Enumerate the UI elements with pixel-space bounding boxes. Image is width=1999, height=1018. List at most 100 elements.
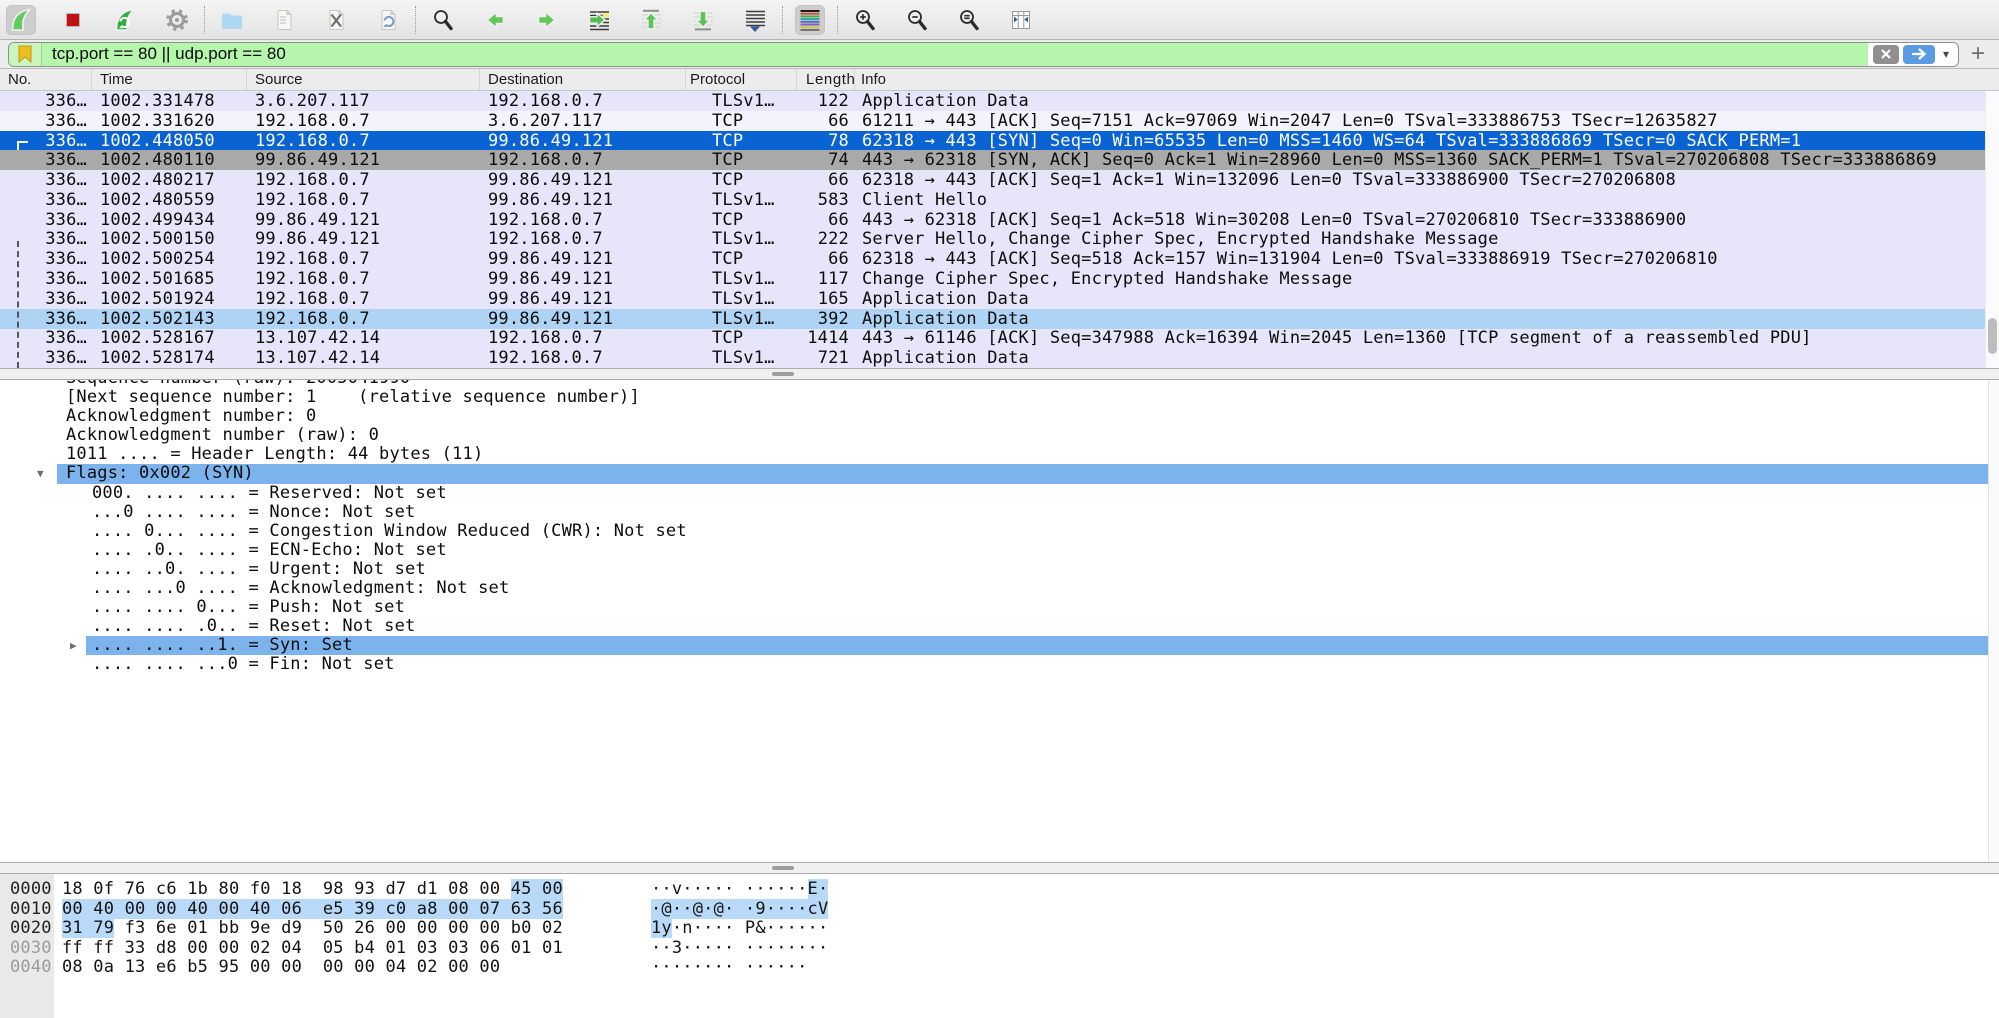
go-to-packet-button[interactable] <box>584 5 614 35</box>
cell-src: 13.107.42.14 <box>247 348 480 368</box>
detail-field[interactable]: .... .0.. .... = ECN-Echo: Not set <box>0 541 1988 560</box>
scrollbar-thumb[interactable] <box>1988 318 1997 354</box>
detail-field-selected[interactable]: ▶.... .... ..1. = Syn: Set <box>0 636 1988 655</box>
open-file-button[interactable] <box>217 5 247 35</box>
filter-apply-button[interactable] <box>1903 45 1935 64</box>
hex-row[interactable]: 0030ff ff 33 d8 00 00 02 04 05 b4 01 03 … <box>0 939 1999 959</box>
cell-len: 165 <box>797 289 855 309</box>
filter-clear-button[interactable] <box>1873 45 1899 64</box>
detail-field[interactable]: 000. .... .... = Reserved: Not set <box>0 484 1988 503</box>
auto-scroll-button[interactable] <box>740 5 770 35</box>
cell-src: 99.86.49.121 <box>247 150 480 170</box>
cell-len: 721 <box>797 348 855 368</box>
splitter-handle[interactable] <box>772 866 794 870</box>
detail-field[interactable]: .... .... .0.. = Reset: Not set <box>0 617 1988 636</box>
splitter-bottom[interactable] <box>0 862 1999 874</box>
packet-row[interactable]: 336…1002.50015099.86.49.121192.168.0.7TL… <box>0 230 1985 250</box>
splitter-handle[interactable] <box>772 372 794 376</box>
packet-row[interactable]: 336…1002.331620192.168.0.73.6.207.117TCP… <box>0 111 1985 131</box>
cell-time: 1002.528174 <box>92 348 247 368</box>
restart-capture-button[interactable] <box>110 5 140 35</box>
filter-bookmark-button[interactable] <box>9 43 42 66</box>
cell-proto: TLSv1… <box>686 91 797 111</box>
detail-field[interactable]: Acknowledgment number: 0 <box>0 407 1988 426</box>
packet-row[interactable]: 336…1002.48011099.86.49.121192.168.0.7TC… <box>0 150 1985 170</box>
find-packet-button[interactable] <box>428 5 458 35</box>
column-header-protocol[interactable]: Protocol <box>686 69 797 90</box>
zoom-in-button[interactable] <box>850 5 880 35</box>
packet-row[interactable]: 336…1002.49943499.86.49.121192.168.0.7TC… <box>0 210 1985 230</box>
packet-row[interactable]: 336…1002.52817413.107.42.14192.168.0.7TL… <box>0 348 1985 368</box>
column-header-length[interactable]: Length <box>797 69 855 90</box>
cell-info: Application Data <box>855 91 1985 111</box>
detail-field[interactable]: ...0 .... .... = Nonce: Not set <box>0 503 1988 522</box>
apply-arrow-icon <box>1910 47 1928 61</box>
packet-row[interactable]: 336…1002.3314783.6.207.117192.168.0.7TLS… <box>0 91 1985 111</box>
detail-text: .... 0... .... = Congestion Window Reduc… <box>92 521 687 541</box>
cell-len: 66 <box>797 111 855 131</box>
cell-src: 192.168.0.7 <box>247 190 480 210</box>
cell-dst: 99.86.49.121 <box>480 170 686 190</box>
filter-history-dropdown[interactable]: ▾ <box>1939 47 1953 61</box>
packet-row[interactable]: 336…1002.480559192.168.0.799.86.49.121TL… <box>0 190 1985 210</box>
cell-dst: 192.168.0.7 <box>480 210 686 230</box>
detail-field[interactable]: .... ...0 .... = Acknowledgment: Not set <box>0 579 1988 598</box>
detail-field-selected[interactable]: ▼Flags: 0x002 (SYN) <box>0 464 1988 483</box>
go-to-first-button[interactable] <box>636 5 666 35</box>
column-header-source[interactable]: Source <box>247 69 480 90</box>
packet-row[interactable]: 336…1002.500254192.168.0.799.86.49.121TC… <box>0 249 1985 269</box>
hex-row[interactable]: 002031 79 f3 6e 01 bb 9e d9 50 26 00 00 … <box>0 919 1999 939</box>
save-file-button[interactable] <box>269 5 299 35</box>
cell-dst: 99.86.49.121 <box>480 190 686 210</box>
cell-src: 192.168.0.7 <box>247 170 480 190</box>
reload-file-button[interactable] <box>373 5 403 35</box>
zoom-reset-button[interactable] <box>954 5 984 35</box>
expander-open-icon[interactable]: ▼ <box>37 464 44 483</box>
start-capture-button[interactable] <box>6 5 36 35</box>
detail-field[interactable]: .... .... ...0 = Fin: Not set <box>0 655 1988 674</box>
display-filter-field[interactable]: tcp.port == 80 || udp.port == 80 ▾ <box>8 42 1959 67</box>
stop-capture-button[interactable] <box>58 5 88 35</box>
cell-no: 336… <box>0 190 92 210</box>
packet-row[interactable]: 336…1002.501685192.168.0.799.86.49.121TL… <box>0 269 1985 289</box>
hex-row[interactable]: 001000 40 00 00 40 00 40 06 e5 39 c0 a8 … <box>0 900 1999 920</box>
detail-field[interactable]: [Next sequence number: 1 (relative seque… <box>0 388 1988 407</box>
packet-row[interactable]: 336…1002.501924192.168.0.799.86.49.121TL… <box>0 289 1985 309</box>
packet-row-selected[interactable]: 336…1002.448050192.168.0.799.86.49.121TC… <box>0 131 1985 151</box>
hex-row[interactable]: 000018 0f 76 c6 1b 80 f0 18 98 93 d7 d1 … <box>0 880 1999 900</box>
packet-row[interactable]: 336…1002.502143192.168.0.799.86.49.121TL… <box>0 309 1985 329</box>
column-header-no[interactable]: No. <box>0 69 92 90</box>
go-forward-button[interactable] <box>532 5 562 35</box>
column-header-info[interactable]: Info <box>855 69 1999 90</box>
filter-input[interactable]: tcp.port == 80 || udp.port == 80 <box>42 43 1868 66</box>
detail-field[interactable]: .... ..0. .... = Urgent: Not set <box>0 560 1988 579</box>
capture-options-button[interactable] <box>162 5 192 35</box>
cell-time: 1002.500150 <box>92 230 247 250</box>
column-header-time[interactable]: Time <box>92 69 247 90</box>
packet-bytes-pane: 000018 0f 76 c6 1b 80 f0 18 98 93 d7 d1 … <box>0 874 1999 1018</box>
details-scrollbar-track[interactable] <box>1988 380 1999 862</box>
detail-field[interactable]: 1011 .... = Header Length: 44 bytes (11) <box>0 445 1988 464</box>
resize-columns-button[interactable] <box>1006 5 1036 35</box>
expander-closed-icon[interactable]: ▶ <box>70 636 77 655</box>
cell-info: Client Hello <box>855 190 1985 210</box>
hex-row[interactable]: 004008 0a 13 e6 b5 95 00 00 00 00 04 02 … <box>0 958 1999 978</box>
packet-list-scrollbar[interactable] <box>1985 91 1999 368</box>
filter-add-button[interactable]: + <box>1965 42 1991 66</box>
detail-field[interactable]: .... .... 0... = Push: Not set <box>0 598 1988 617</box>
detail-field[interactable]: Acknowledgment number (raw): 0 <box>0 426 1988 445</box>
detail-field[interactable]: .... 0... .... = Congestion Window Reduc… <box>0 522 1988 541</box>
packet-row[interactable]: 336…1002.480217192.168.0.799.86.49.121TC… <box>0 170 1985 190</box>
cell-proto: TLSv1… <box>686 190 797 210</box>
go-back-button[interactable] <box>480 5 510 35</box>
go-to-last-button[interactable] <box>688 5 718 35</box>
splitter-top[interactable] <box>0 368 1999 380</box>
cell-len: 583 <box>797 190 855 210</box>
zoom-out-button[interactable] <box>902 5 932 35</box>
close-file-button[interactable] <box>321 5 351 35</box>
column-header-destination[interactable]: Destination <box>480 69 686 90</box>
packet-row[interactable]: 336…1002.52816713.107.42.14192.168.0.7TC… <box>0 329 1985 349</box>
cell-info: 443 → 62318 [ACK] Seq=1 Ack=518 Win=3020… <box>855 210 1985 230</box>
hex-bytes: ff ff 33 d8 00 00 02 04 05 b4 01 03 03 0… <box>62 939 563 959</box>
colorize-button[interactable] <box>795 5 825 35</box>
